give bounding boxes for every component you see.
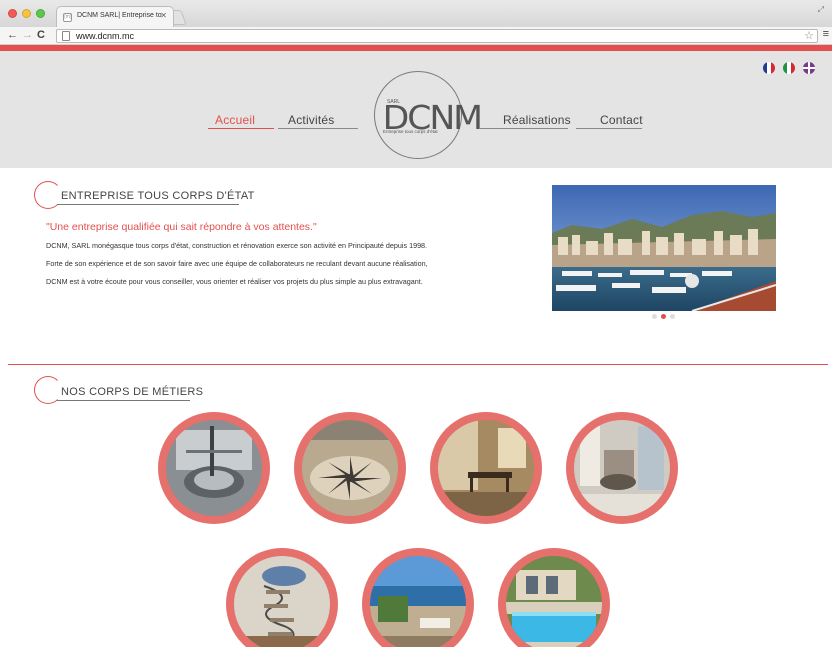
site-logo[interactable]: SARL DCNM Entreprise tous corps d'état <box>374 71 483 159</box>
trade-photo <box>166 420 262 516</box>
site-header: Accueil Activités SARL DCNM Entreprise t… <box>0 51 832 168</box>
back-arrow-icon[interactable]: ← <box>7 28 18 42</box>
trade-circle-plumbing[interactable] <box>158 412 270 524</box>
france-flag-icon[interactable] <box>763 62 775 74</box>
bookmark-star-icon[interactable]: ☆ <box>804 29 814 42</box>
nav-contact[interactable]: Contact <box>600 113 643 127</box>
slider-dot-1[interactable] <box>652 314 657 319</box>
section-divider <box>8 364 828 365</box>
trade-circle-staircase[interactable] <box>226 548 338 647</box>
trade-photo <box>234 556 330 647</box>
trade-circle-renovation[interactable] <box>566 412 678 524</box>
nav-projects-underline <box>480 128 568 129</box>
browser-window: (m) DCNM SARL| Entreprise to ✕ ⤢ ← → C w… <box>0 0 832 647</box>
intro-paragraph-3: DCNM est à votre écoute pour vous consei… <box>46 277 423 286</box>
minimize-window-button[interactable] <box>22 9 31 18</box>
intro-title: ENTREPRISE TOUS CORPS D'ÉTAT <box>61 190 255 202</box>
italy-flag-icon[interactable] <box>783 62 795 74</box>
trade-photo <box>302 420 398 516</box>
maximize-window-button[interactable] <box>36 9 45 18</box>
tab-strip: (m) DCNM SARL| Entreprise to ✕ ⤢ <box>0 0 832 27</box>
photo-slider[interactable] <box>552 185 776 311</box>
slider-dot-3[interactable] <box>670 314 675 319</box>
nav-home-underline <box>208 128 274 129</box>
browser-menu-icon[interactable]: ≡ <box>823 28 829 40</box>
trade-photo <box>438 420 534 516</box>
nav-projects[interactable]: Réalisations <box>503 113 571 127</box>
trade-circle-flooring[interactable] <box>294 412 406 524</box>
page-icon <box>62 31 70 41</box>
trades-title: NOS CORPS DE MÉTIERS <box>61 386 204 398</box>
intro-paragraph-1: DCNM, SARL monégasque tous corps d'état,… <box>46 241 428 250</box>
nav-activities-underline <box>278 128 358 129</box>
intro-title-underline <box>57 204 239 205</box>
nav-activities[interactable]: Activités <box>288 113 334 127</box>
logo-tagline: Entreprise tous corps d'état <box>383 129 438 134</box>
close-tab-icon[interactable]: ✕ <box>160 11 167 20</box>
browser-toolbar: ← → C www.dcnm.mc ☆ ≡ <box>0 27 832 45</box>
address-bar[interactable]: www.dcnm.mc ☆ <box>56 29 818 43</box>
forward-arrow-icon[interactable]: → <box>22 28 33 42</box>
uk-flag-icon[interactable] <box>803 62 815 74</box>
trades-title-underline <box>57 400 190 401</box>
trade-photo <box>506 556 602 647</box>
close-window-button[interactable] <box>8 9 17 18</box>
intro-paragraph-2: Forte de son expérience et de son savoir… <box>46 259 428 268</box>
trade-circle-interior[interactable] <box>430 412 542 524</box>
web-page: Accueil Activités SARL DCNM Entreprise t… <box>0 45 832 647</box>
tab-title: DCNM SARL| Entreprise to <box>77 12 162 19</box>
fullscreen-icon[interactable]: ⤢ <box>818 5 824 15</box>
monaco-harbor-photo <box>552 185 776 311</box>
nav-home[interactable]: Accueil <box>215 113 255 127</box>
trade-photo <box>574 420 670 516</box>
reload-icon[interactable]: C <box>37 28 45 42</box>
trade-circle-terrace[interactable] <box>362 548 474 647</box>
browser-tab[interactable]: (m) DCNM SARL| Entreprise to ✕ <box>56 6 174 27</box>
trade-circle-pool[interactable] <box>498 548 610 647</box>
nav-contact-underline <box>576 128 642 129</box>
favicon-icon: (m) <box>63 13 72 22</box>
trade-photo <box>370 556 466 647</box>
intro-quote: "Une entreprise qualifiée qui sait répon… <box>46 221 317 233</box>
slider-dot-2[interactable] <box>661 314 666 319</box>
url-text[interactable]: www.dcnm.mc <box>76 31 134 41</box>
